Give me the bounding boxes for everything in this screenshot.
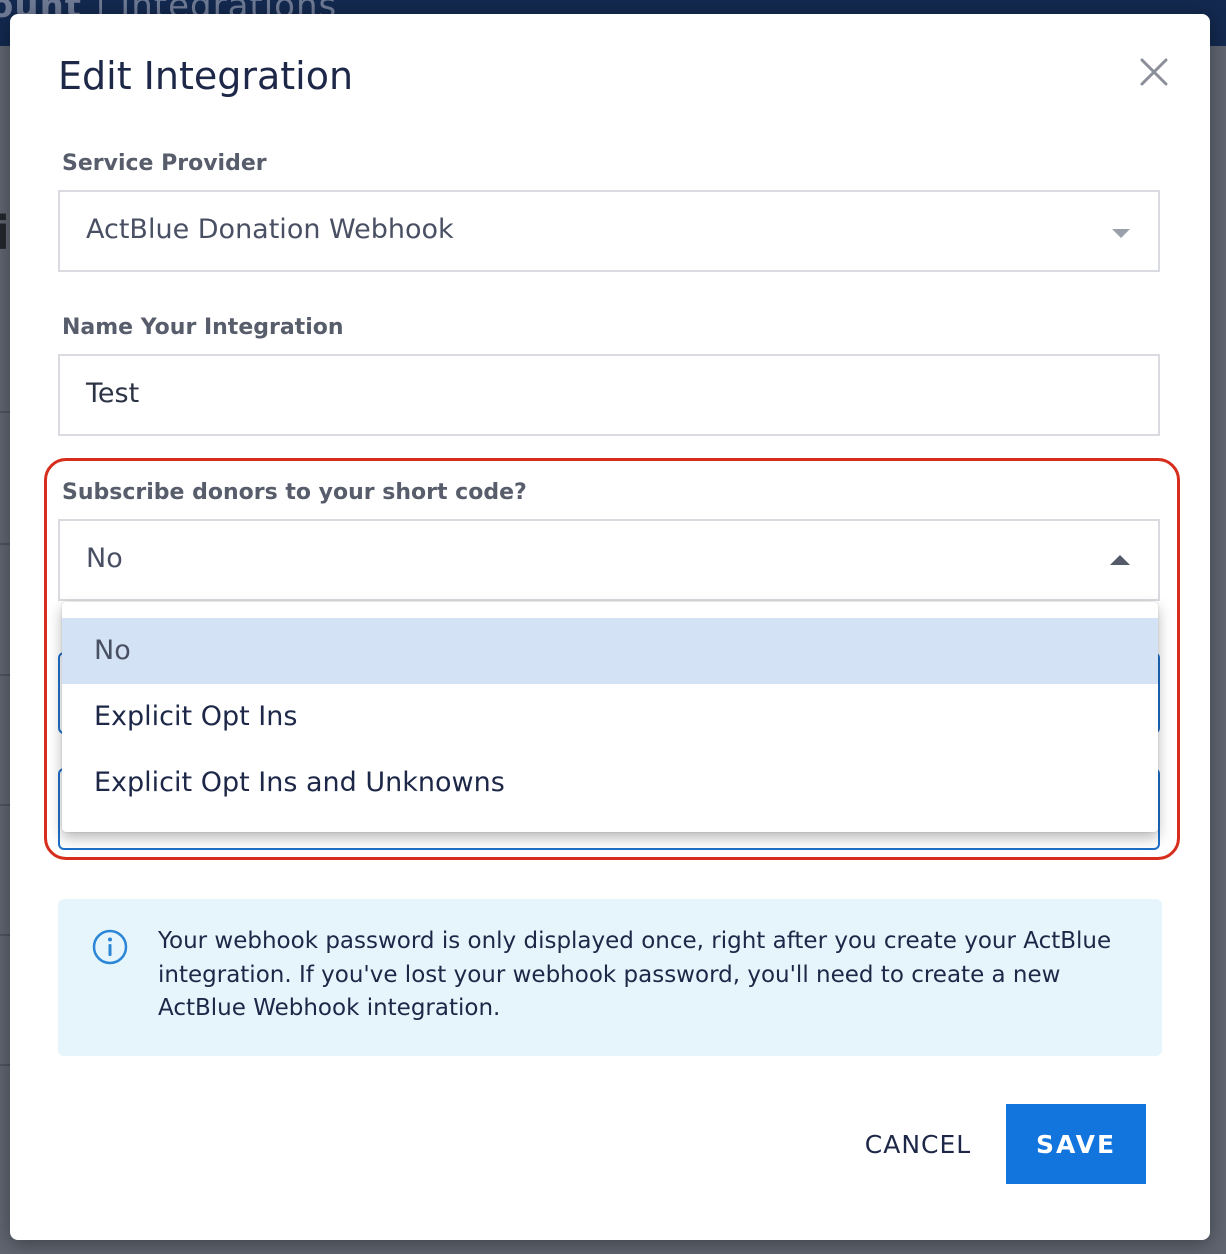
integration-name-label: Name Your Integration xyxy=(62,315,344,340)
subscribe-select[interactable]: No xyxy=(58,519,1160,601)
subscribe-value: No xyxy=(86,543,123,574)
dropdown-option-explicit-opt-ins-and-unknowns[interactable]: Explicit Opt Ins and Unknowns xyxy=(62,750,1158,816)
info-text: Your webhook password is only displayed … xyxy=(158,928,1112,1021)
service-provider-value: ActBlue Donation Webhook xyxy=(86,214,454,245)
edit-integration-modal: Edit Integration Service Provider ActBlu… xyxy=(10,14,1210,1240)
background-heading-fragment: i xyxy=(0,206,10,260)
chevron-up-icon xyxy=(1110,555,1130,565)
save-button[interactable]: SAVE xyxy=(1006,1104,1146,1184)
dropdown-option-explicit-opt-ins[interactable]: Explicit Opt Ins xyxy=(62,684,1158,750)
close-icon xyxy=(1140,58,1168,86)
cancel-button[interactable]: CANCEL xyxy=(848,1104,988,1184)
info-icon xyxy=(92,929,128,965)
service-provider-select[interactable]: ActBlue Donation Webhook xyxy=(58,190,1160,272)
modal-title: Edit Integration xyxy=(58,54,354,98)
integration-name-input[interactable]: Test xyxy=(58,354,1160,436)
integration-name-value: Test xyxy=(86,378,140,409)
info-callout: Your webhook password is only displayed … xyxy=(58,899,1162,1056)
subscribe-dropdown-menu: No Explicit Opt Ins Explicit Opt Ins and… xyxy=(62,602,1158,832)
service-provider-label: Service Provider xyxy=(62,151,267,176)
dropdown-option-no[interactable]: No xyxy=(62,618,1158,684)
subscribe-label: Subscribe donors to your short code? xyxy=(62,480,527,505)
close-button[interactable] xyxy=(1132,52,1176,96)
chevron-down-icon xyxy=(1112,229,1130,238)
